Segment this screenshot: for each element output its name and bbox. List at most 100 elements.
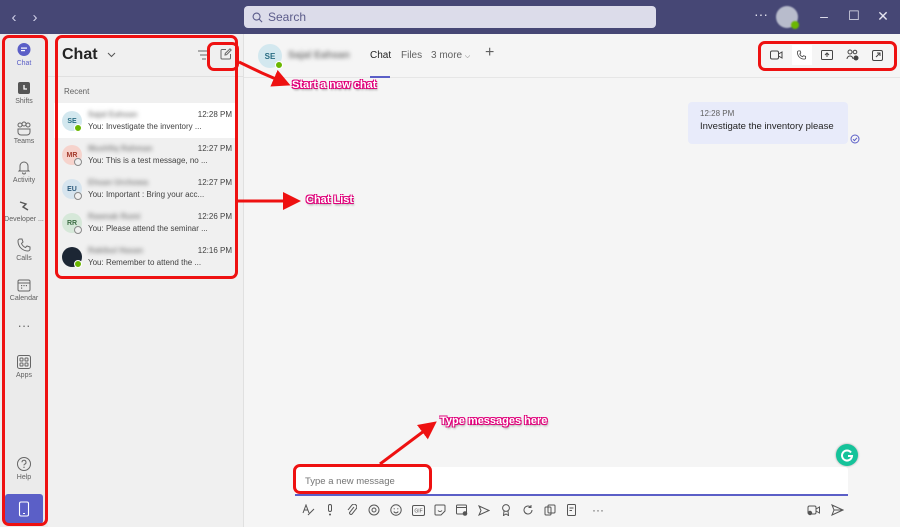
- rail-item-calendar[interactable]: Calendar: [0, 277, 48, 302]
- tab-files[interactable]: Files: [401, 50, 422, 61]
- add-people-icon: [846, 49, 859, 61]
- send-icon: [830, 504, 844, 516]
- rail-label: Shifts: [15, 98, 33, 105]
- rail-item-calls[interactable]: Calls: [0, 237, 48, 262]
- loop-button[interactable]: [366, 502, 382, 518]
- shifts-icon: [18, 82, 30, 94]
- chat-time: 12:27 PM: [197, 178, 232, 187]
- schedule-meeting-button[interactable]: [454, 502, 470, 518]
- chat-list-item[interactable]: RR Rawnak Rumi 12:26 PM You: Please attend …: [54, 205, 238, 240]
- contact-avatar[interactable]: SE: [258, 44, 283, 69]
- rail-item-activity[interactable]: Activity: [0, 159, 48, 184]
- chat-list-item[interactable]: SE Sajal Eahsan 12:28 PM You: Investigate t…: [54, 103, 238, 138]
- annotation-type-here: Type messages here: [440, 415, 548, 427]
- contact-name[interactable]: Sajal Eahsan: [288, 50, 350, 61]
- maximize-button[interactable]: ☐: [845, 8, 863, 24]
- share-screen-button[interactable]: [817, 45, 837, 65]
- presence-status-icon: [74, 158, 82, 166]
- grammarly-button[interactable]: [836, 444, 858, 466]
- pop-out-button[interactable]: [867, 45, 887, 65]
- chat-list-item[interactable]: Rakibul Hasan 12:16 PM You: Remember to at…: [54, 239, 238, 274]
- rail-item-chat[interactable]: Chat: [0, 42, 48, 67]
- search-input[interactable]: Search: [244, 6, 656, 28]
- message-input[interactable]: [305, 476, 825, 487]
- chat-time: 12:26 PM: [197, 212, 232, 221]
- conversation-pane: SE Sajal Eahsan Chat Files 3 more ⌵ + 12…: [244, 34, 900, 527]
- gif-button[interactable]: GIF: [410, 502, 426, 518]
- priority-button[interactable]: [322, 502, 338, 518]
- apps-copy-icon: [544, 504, 556, 516]
- new-chat-icon[interactable]: [220, 48, 232, 60]
- exclamation-icon: [328, 504, 332, 516]
- title-bar: ‹ › Search ··· – ☐ ✕: [0, 0, 900, 34]
- chat-time: 12:28 PM: [197, 110, 232, 119]
- rail-label: Developer ...: [4, 216, 44, 223]
- search-icon: [252, 12, 263, 22]
- compose-box[interactable]: [295, 467, 848, 496]
- chat-title[interactable]: Chat: [62, 46, 116, 64]
- copilot-button[interactable]: [542, 502, 558, 518]
- chat-preview: You: Important : Bring your acc...: [88, 190, 205, 199]
- mobile-app-button[interactable]: [5, 494, 43, 524]
- rail-item-shifts[interactable]: Shifts: [0, 80, 48, 105]
- contact-name: Ehsan Urchowa: [88, 178, 149, 187]
- chat-preview: You: Remember to attend the ...: [88, 258, 202, 267]
- chat-time: 12:27 PM: [197, 144, 232, 153]
- chevron-down-icon: ⌵: [464, 53, 471, 60]
- add-people-button[interactable]: [842, 45, 862, 65]
- close-button[interactable]: ✕: [874, 8, 892, 25]
- schedule-icon: [456, 504, 468, 516]
- forms-button[interactable]: [564, 502, 580, 518]
- rail-item-teams[interactable]: Teams: [0, 120, 48, 145]
- sticker-button[interactable]: [432, 502, 448, 518]
- format-button[interactable]: [300, 502, 316, 518]
- tab-more[interactable]: 3 more ⌵: [431, 50, 470, 61]
- send-button[interactable]: [829, 502, 845, 518]
- rail-label: Help: [16, 474, 32, 481]
- rail-label: Calendar: [9, 295, 39, 302]
- praise-button[interactable]: [498, 502, 514, 518]
- filter-icon[interactable]: [198, 50, 210, 60]
- chat-list-pane: Chat Recent SE Sajal Eahsan 12:28 PM You: I…: [48, 34, 244, 527]
- add-tab-button[interactable]: +: [485, 44, 494, 62]
- more-options-icon[interactable]: ···: [752, 6, 770, 22]
- attach-button[interactable]: [344, 502, 360, 518]
- rail-item-more[interactable]: ···: [0, 318, 48, 333]
- video-clip-button[interactable]: [806, 502, 822, 518]
- chat-preview: You: Please attend the seminar ...: [88, 224, 208, 233]
- video-call-button[interactable]: [767, 45, 787, 65]
- audio-call-button[interactable]: [791, 45, 812, 65]
- forward-icon[interactable]: ›: [28, 9, 42, 26]
- gif-icon: GIF: [411, 504, 425, 516]
- phone-icon: [17, 238, 31, 252]
- rail-item-apps[interactable]: Apps: [0, 354, 48, 379]
- more-icon: ···: [592, 503, 604, 517]
- updates-button[interactable]: [520, 502, 536, 518]
- contact-name: Mushfiq Rahman: [88, 144, 153, 153]
- contact-name: Sajal Eahsan: [88, 110, 138, 119]
- help-icon: [17, 457, 31, 471]
- pop-out-icon: [871, 49, 883, 61]
- chevron-down-icon: [107, 52, 116, 57]
- minimize-button[interactable]: –: [815, 8, 833, 24]
- teams-icon: [17, 121, 31, 136]
- chat-preview: You: Investigate the inventory ...: [88, 122, 202, 131]
- back-icon[interactable]: ‹: [7, 9, 21, 26]
- rail-label: Calls: [16, 255, 32, 262]
- chat-list-item[interactable]: MR Mushfiq Rahman 12:27 PM You: This is a t…: [54, 137, 238, 172]
- profile-avatar[interactable]: [776, 6, 799, 29]
- rail-item-developer[interactable]: Developer ...: [0, 198, 48, 223]
- chat-list-item[interactable]: EU Ehsan Urchowa 12:27 PM You: Important : …: [54, 171, 238, 206]
- tab-chat[interactable]: Chat: [370, 50, 391, 61]
- more-actions-button[interactable]: ···: [590, 502, 606, 518]
- message-bubble[interactable]: 12:28 PM Investigate the inventory pleas…: [688, 102, 848, 144]
- send-later-button[interactable]: [476, 502, 492, 518]
- rail-label: Activity: [12, 177, 36, 184]
- status-available-icon: [275, 61, 283, 69]
- emoji-button[interactable]: [388, 502, 404, 518]
- video-camera-icon: [770, 50, 783, 60]
- rail-item-help[interactable]: Help: [0, 456, 48, 481]
- app-rail: Chat Shifts Teams Activity Developer ...…: [0, 34, 48, 527]
- forms-icon: [566, 504, 576, 516]
- bell-icon: [17, 161, 31, 175]
